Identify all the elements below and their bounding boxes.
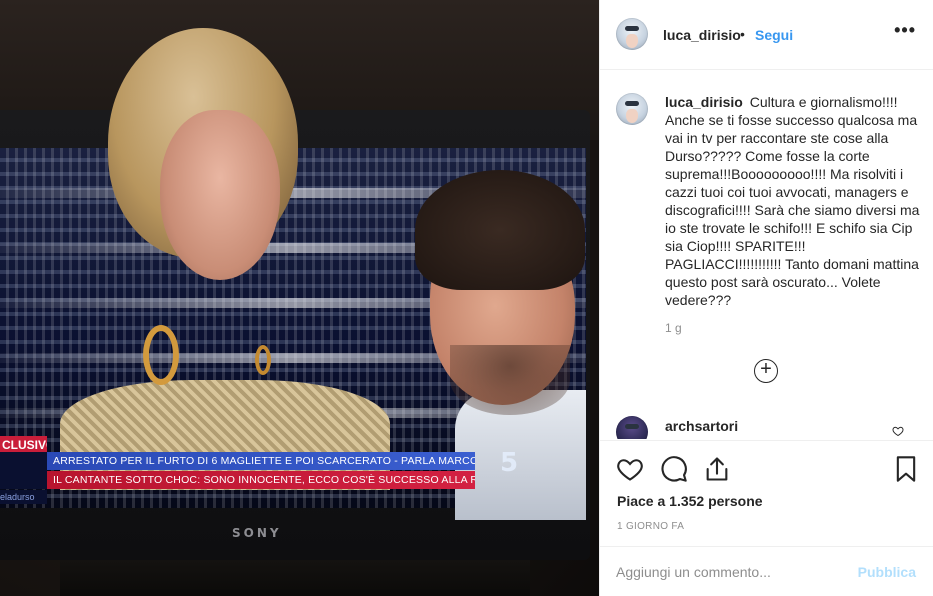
bookmark-icon[interactable] bbox=[892, 455, 920, 483]
post-sidebar: luca_dirisio • Segui ••• luca_dirisio Cu… bbox=[599, 0, 933, 596]
earring bbox=[143, 325, 179, 385]
separator-dot: • bbox=[740, 26, 745, 42]
likes-count[interactable]: Piace a 1.352 persone bbox=[617, 493, 763, 509]
commenter-avatar[interactable] bbox=[616, 416, 648, 439]
tv-banner-spacer bbox=[0, 452, 47, 489]
post-caption: luca_dirisio Cultura e giornalismo!!!! A… bbox=[665, 93, 920, 309]
channel-logo: 5 bbox=[500, 448, 519, 478]
caption-text: Cultura e giornalismo!!!! Anche se ti fo… bbox=[665, 94, 920, 308]
caption-username[interactable]: luca_dirisio bbox=[665, 94, 743, 110]
add-comment-bar: Pubblica bbox=[600, 546, 933, 596]
tv-corner-text: eladurso bbox=[0, 490, 47, 504]
post-header: luca_dirisio • Segui ••• bbox=[600, 0, 933, 70]
caption-time[interactable]: 1 g bbox=[665, 321, 682, 335]
tv-banner-subheadline: IL CANTANTE SOTTO CHOC: SONO INNOCENTE, … bbox=[47, 471, 475, 489]
post-actions: Piace a 1.352 persone 1 GIORNO FA bbox=[600, 440, 933, 538]
tv-stand bbox=[60, 560, 530, 596]
share-icon[interactable] bbox=[703, 455, 731, 483]
post-photo[interactable]: CLUSIVO ARRESTATO PER IL FURTO DI 6 MAGL… bbox=[0, 0, 599, 596]
caption-avatar[interactable] bbox=[616, 93, 648, 125]
woman-face bbox=[160, 110, 280, 280]
follow-button[interactable]: Segui bbox=[755, 27, 793, 43]
man-hair bbox=[415, 170, 585, 290]
author-username[interactable]: luca_dirisio bbox=[663, 27, 741, 43]
more-options-icon[interactable]: ••• bbox=[894, 20, 916, 41]
tv-brand-logo: SONY bbox=[232, 526, 282, 540]
tv-banner-headline: ARRESTATO PER IL FURTO DI 6 MAGLIETTE E … bbox=[47, 452, 475, 470]
publish-button[interactable]: Pubblica bbox=[858, 564, 916, 580]
load-more-comments-button[interactable]: + bbox=[754, 359, 778, 383]
comment-like-icon[interactable] bbox=[892, 425, 904, 437]
commenter-username[interactable]: archsartori bbox=[665, 418, 738, 434]
comment-icon[interactable] bbox=[660, 455, 688, 483]
author-avatar[interactable] bbox=[616, 18, 648, 50]
man-beard bbox=[450, 345, 570, 415]
comments-list[interactable]: luca_dirisio Cultura e giornalismo!!!! A… bbox=[600, 71, 933, 439]
comment-input[interactable] bbox=[616, 561, 846, 583]
heart-icon[interactable] bbox=[616, 455, 644, 483]
earring bbox=[255, 345, 271, 375]
post-date[interactable]: 1 GIORNO FA bbox=[617, 521, 684, 532]
